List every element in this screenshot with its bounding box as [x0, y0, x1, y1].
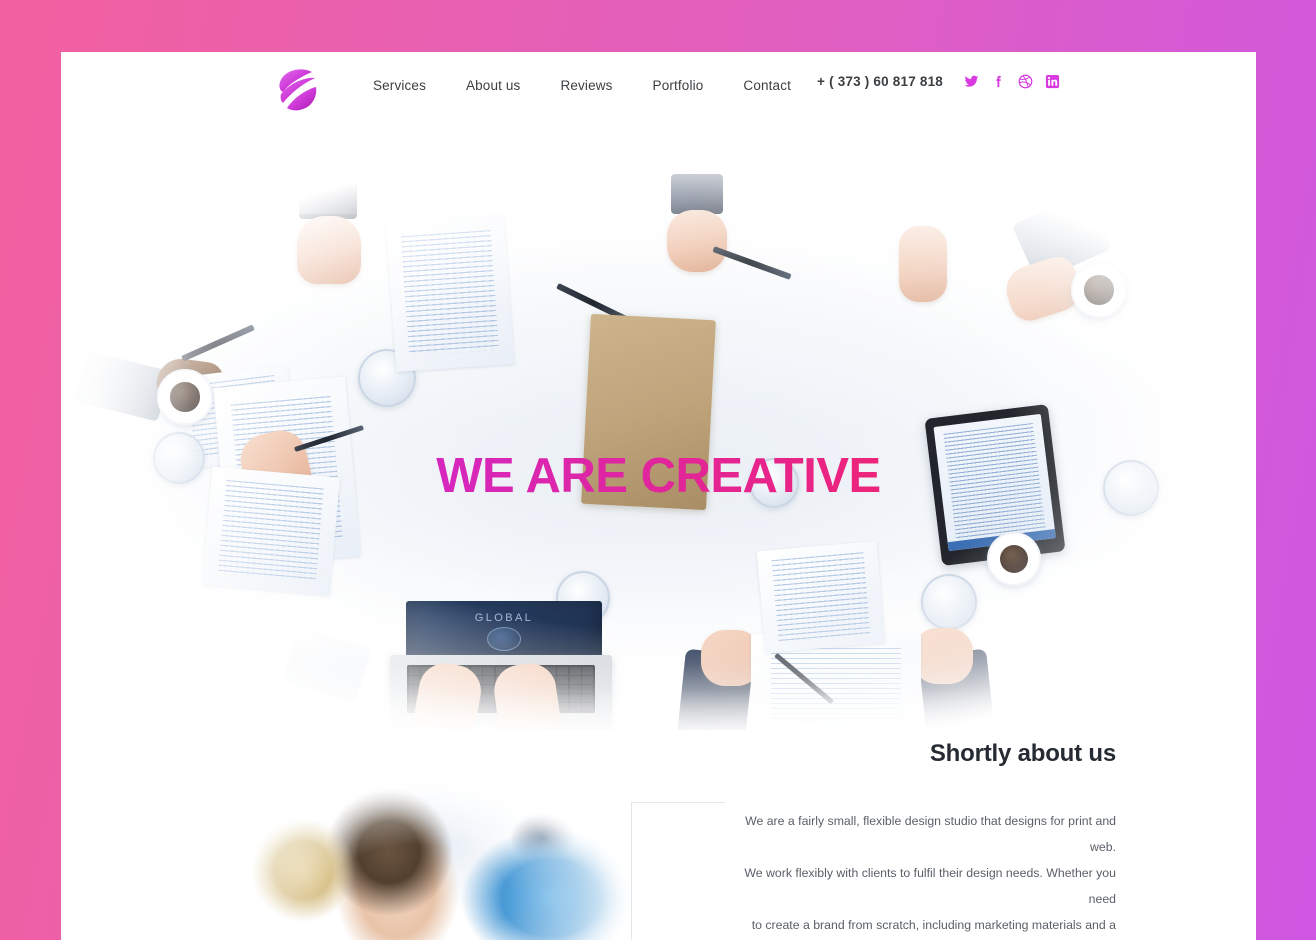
hero-photo: GLOBAL	[61, 161, 1256, 730]
about-paragraph: We are a fairly small, flexible design s…	[744, 814, 1116, 932]
coffee-cup-right-top	[1071, 262, 1127, 318]
chart-sheet-right	[756, 540, 886, 654]
laptop-lid-label: GLOBAL	[474, 612, 534, 624]
coffee-cup-right-bottom	[987, 532, 1041, 586]
brush-stroke-right	[1136, 164, 1256, 730]
nav-item-contact[interactable]: Contact	[743, 78, 791, 93]
hero-title: We are creative	[61, 448, 1256, 504]
hand-tablet-left	[899, 226, 947, 302]
twitter-icon[interactable]	[964, 74, 979, 89]
nav-item-reviews[interactable]: Reviews	[560, 78, 612, 93]
nav-item-about-us[interactable]: About us	[466, 78, 521, 93]
laptop-lid: GLOBAL	[406, 601, 602, 657]
about-section: Shortly about us We are a fairly small, …	[61, 720, 1256, 940]
about-corner-frame	[631, 802, 725, 940]
about-copy: Shortly about us We are a fairly small, …	[631, 740, 1116, 940]
nav-item-services[interactable]: Services	[373, 78, 426, 93]
hand-top-center-left	[297, 216, 361, 284]
creative-globe-logo[interactable]	[275, 65, 319, 113]
chart-sheet-right-lines	[772, 552, 870, 642]
about-heading: Shortly about us	[929, 740, 1116, 767]
header-contact-area: + ( 373 ) 60 817 818	[817, 74, 1060, 89]
social-links	[964, 74, 1060, 89]
document-center-left	[385, 214, 515, 372]
brush-stroke-left	[61, 164, 191, 730]
linkedin-icon[interactable]	[1045, 74, 1060, 89]
water-glass-right-3	[921, 574, 977, 630]
about-photo	[151, 720, 661, 940]
about-photo-image	[151, 720, 661, 940]
primary-navigation: Services About us Reviews Portfolio Cont…	[373, 78, 791, 93]
page-container: Services About us Reviews Portfolio Cont…	[61, 52, 1256, 940]
laptop-globe-sticker	[487, 627, 521, 651]
brush-stroke-top	[231, 164, 1091, 214]
site-header: Services About us Reviews Portfolio Cont…	[61, 52, 1256, 130]
facebook-icon[interactable]	[991, 74, 1006, 89]
hero-section: GLOBAL WE ARE CREATIVE	[61, 130, 1256, 730]
hand-top-center-right	[667, 210, 727, 272]
dribbble-icon[interactable]	[1018, 74, 1033, 89]
nav-item-portfolio[interactable]: Portfolio	[653, 78, 704, 93]
phone-number[interactable]: + ( 373 ) 60 817 818	[817, 74, 943, 89]
document-lines	[401, 230, 499, 356]
